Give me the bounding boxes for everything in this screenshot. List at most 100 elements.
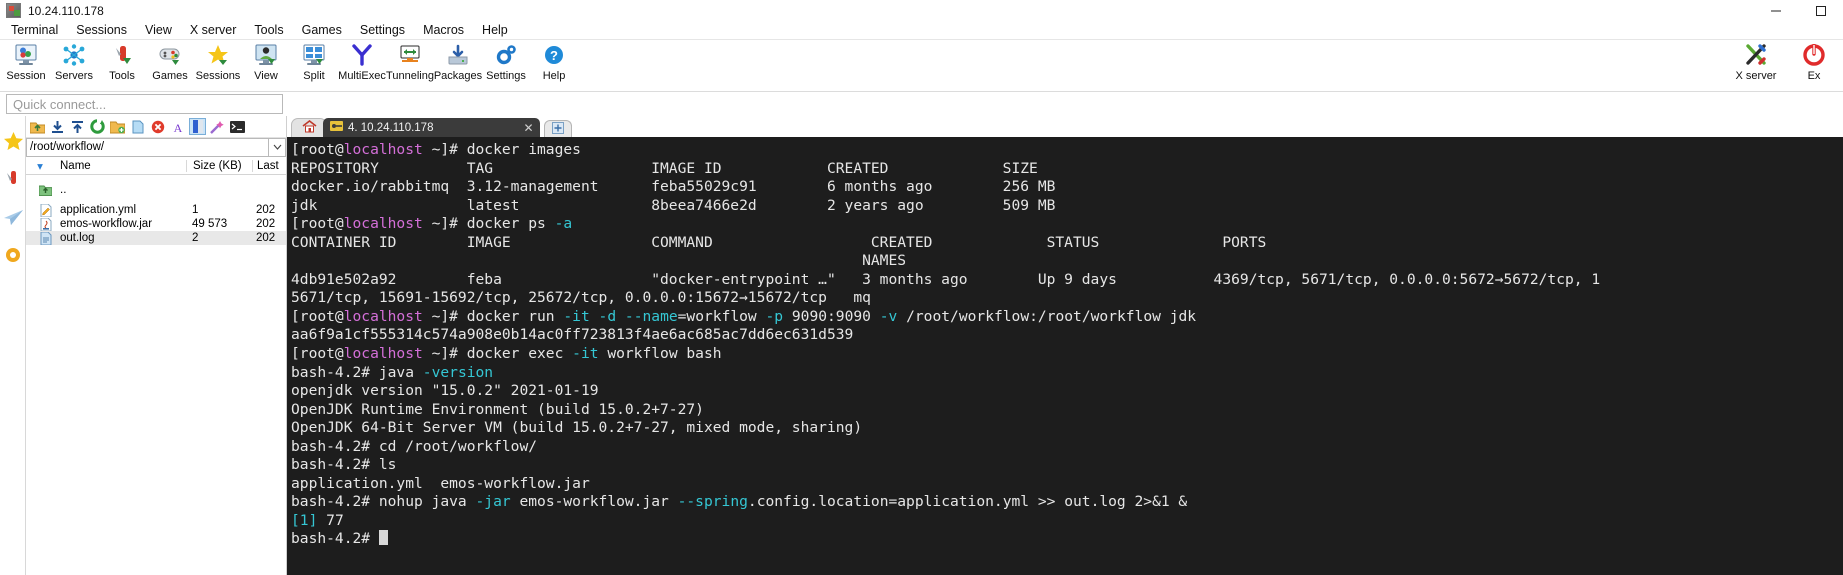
terminal-text: 5671/tcp, 15691-15692/tcp, 25672/tcp, 0.… xyxy=(291,289,871,307)
terminal-text: docker ps xyxy=(466,215,555,233)
paper-plane-sftp-icon[interactable] xyxy=(0,198,26,236)
toolbar-servers[interactable]: Servers xyxy=(50,40,98,90)
menu-tools[interactable]: Tools xyxy=(245,21,292,40)
toolbar-x-server[interactable]: X server xyxy=(1727,40,1785,90)
toolbar-games[interactable]: Games xyxy=(146,40,194,90)
log-file-icon xyxy=(26,231,56,245)
upload-icon[interactable] xyxy=(69,118,86,135)
home-tab[interactable] xyxy=(291,118,327,137)
download-icon[interactable] xyxy=(49,118,66,135)
menu-settings[interactable]: Settings xyxy=(351,21,414,40)
up-folder-icon[interactable] xyxy=(29,118,46,135)
terminal-text: =workflow xyxy=(677,307,766,325)
column-header-last[interactable]: Last xyxy=(252,159,286,172)
terminal-text: localhost xyxy=(343,345,423,363)
terminal-line: bash-4.2# cd /root/workflow/ xyxy=(291,438,1843,457)
maximize-button[interactable] xyxy=(1798,0,1843,21)
terminal-text: [1] xyxy=(291,511,327,529)
list-item-last: 202 xyxy=(256,204,276,216)
menu-view[interactable]: View xyxy=(136,21,181,40)
terminal-icon[interactable] xyxy=(229,118,246,135)
terminal-text: docker images xyxy=(466,141,581,158)
terminal-line: bash-4.2# nohup java -jar emos-workflow.… xyxy=(291,493,1843,512)
terminal-line: aa6f9a1cf555314c574a908e0b14ac0ff723813f… xyxy=(291,326,1843,345)
quick-connect-bar: Quick connect... xyxy=(0,92,1843,116)
home-tab-icon xyxy=(302,119,317,136)
terminal-text: OpenJDK Runtime Environment (build 15.0.… xyxy=(291,400,704,418)
list-item[interactable]: .. xyxy=(26,183,286,197)
menu-games[interactable]: Games xyxy=(293,21,351,40)
magic-follow-icon[interactable] xyxy=(209,118,226,135)
terminal-text: -version xyxy=(422,363,494,381)
menu-x-server[interactable]: X server xyxy=(181,21,246,40)
window-title: 10.24.110.178 xyxy=(28,3,104,18)
toolbar-tools[interactable]: Tools xyxy=(98,40,146,90)
list-item[interactable]: out.log 2 202 xyxy=(26,231,286,245)
menu-macros[interactable]: Macros xyxy=(414,21,473,40)
sftp-path-input[interactable]: /root/workflow/ xyxy=(26,137,268,157)
sftp-empty-area xyxy=(26,245,286,575)
sftp-browser-panel: A /root/workflow/ ▾ Name Size (KB) Last … xyxy=(26,116,287,575)
settings-gear-icon xyxy=(493,42,519,68)
toolbar-multiexec[interactable]: MultiExec xyxy=(338,40,386,90)
toolbar-sessions[interactable]: Sessions xyxy=(194,40,242,90)
toolbar-session[interactable]: Session xyxy=(2,40,50,90)
terminal-line: [1] 77 xyxy=(291,512,1843,531)
toolbar-split[interactable]: Split xyxy=(290,40,338,90)
list-item[interactable]: application.yml 1 202 xyxy=(26,203,286,217)
terminal-line: [root@localhost ~]# docker run -it -d --… xyxy=(291,308,1843,327)
minimize-button[interactable] xyxy=(1753,0,1798,21)
binary-mode-icon[interactable] xyxy=(189,118,206,135)
terminal-output[interactable]: [root@localhost ~]# docker images REPOSIT… xyxy=(287,137,1843,575)
toolbar-packages[interactable]: Packages xyxy=(434,40,482,90)
text-mode-icon[interactable]: A xyxy=(169,118,186,135)
new-file-icon[interactable] xyxy=(129,118,146,135)
star-favorites-icon[interactable] xyxy=(0,122,26,160)
toolbar-x-server-label: X server xyxy=(1735,70,1777,82)
menu-sessions[interactable]: Sessions xyxy=(67,21,136,40)
sort-descending-icon[interactable]: ▾ xyxy=(26,159,54,173)
quick-connect-input[interactable]: Quick connect... xyxy=(6,94,283,114)
tunneling-icon xyxy=(397,42,423,68)
column-header-name[interactable]: Name xyxy=(54,160,186,172)
terminal-text: docker exec xyxy=(466,345,573,363)
menu-terminal[interactable]: Terminal xyxy=(2,21,67,40)
close-tab-icon[interactable]: ✕ xyxy=(523,121,533,135)
terminal-area: 4. 10.24.110.178 ✕ [root@localhost ~]# d… xyxy=(287,116,1843,575)
svg-text:A: A xyxy=(173,121,182,134)
list-item[interactable]: emos-workflow.jar 49 573 202 xyxy=(26,217,286,231)
new-folder-icon[interactable] xyxy=(109,118,126,135)
chevron-down-icon[interactable] xyxy=(268,137,286,157)
macro-orb-icon[interactable] xyxy=(0,236,26,274)
terminal-text: ~]# xyxy=(422,307,467,325)
list-item-name: out.log xyxy=(60,232,95,244)
session-tab-active[interactable]: 4. 10.24.110.178 ✕ xyxy=(323,118,540,137)
toolbar-right-group: X server Ex xyxy=(1727,40,1843,90)
terminal-line: OpenJDK Runtime Environment (build 15.0.… xyxy=(291,401,1843,420)
tools-knife-icon[interactable] xyxy=(0,160,26,198)
new-tab-button[interactable] xyxy=(543,120,572,137)
terminal-text: docker.io/rabbitmq 3.12-management feba5… xyxy=(291,178,1056,196)
delete-icon[interactable] xyxy=(149,118,166,135)
toolbar-exit[interactable]: Ex xyxy=(1785,40,1843,90)
terminal-text: -jar xyxy=(475,493,511,511)
terminal-text: emos-workflow.jar xyxy=(510,493,678,511)
list-item-name: application.yml xyxy=(60,204,137,216)
sftp-toolbar: A xyxy=(26,116,286,138)
refresh-icon[interactable] xyxy=(89,118,106,135)
toolbar-tunneling[interactable]: Tunneling xyxy=(386,40,434,90)
toolbar-view-label: View xyxy=(254,70,278,82)
terminal-text: application.yml emos-workflow.jar xyxy=(291,474,590,492)
servers-icon xyxy=(61,42,87,68)
toolbar-help[interactable]: ? Help xyxy=(530,40,578,90)
menu-help[interactable]: Help xyxy=(473,21,517,40)
title-bar: 10.24.110.178 xyxy=(0,0,1843,21)
terminal-text: jdk latest 8beea7466e2d 2 years ago 509 … xyxy=(291,196,1056,214)
toolbar-view[interactable]: View xyxy=(242,40,290,90)
toolbar-settings[interactable]: Settings xyxy=(482,40,530,90)
session-icon xyxy=(13,42,39,68)
column-header-size[interactable]: Size (KB) xyxy=(186,159,252,172)
terminal-text: 9090:9090 xyxy=(783,307,880,325)
x-server-icon xyxy=(1743,42,1769,68)
tools-icon xyxy=(109,42,135,68)
